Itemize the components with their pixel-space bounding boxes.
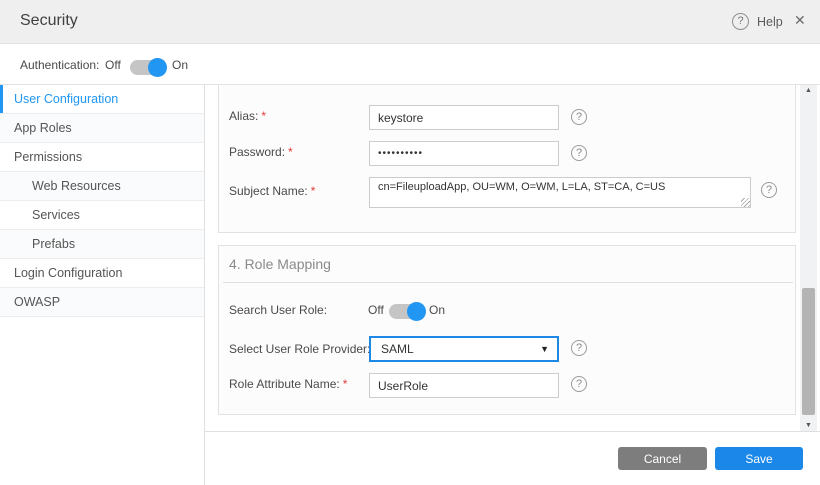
role-attribute-help-icon[interactable]: ? (571, 376, 587, 392)
security-dialog: Security ? Help ✕ Authentication: Off On… (0, 0, 820, 485)
authentication-label: Authentication: (20, 58, 99, 72)
authentication-off-label: Off (105, 58, 121, 72)
search-role-off-label: Off (368, 303, 384, 317)
password-help-icon[interactable]: ? (571, 145, 587, 161)
sidebar-item-services[interactable]: Services (0, 201, 204, 230)
password-input[interactable] (369, 141, 559, 166)
question-glyph: ? (576, 342, 582, 354)
authentication-on-label: On (172, 58, 188, 72)
alias-label: Alias:* (229, 109, 266, 123)
sidebar-item-permissions[interactable]: Permissions (0, 143, 204, 172)
help-icon[interactable]: ? (732, 13, 749, 30)
required-asterisk: * (261, 109, 266, 123)
required-asterisk: * (311, 184, 316, 198)
question-glyph: ? (737, 15, 743, 27)
search-user-role-toggle[interactable] (389, 304, 424, 319)
authentication-toggle[interactable] (130, 60, 165, 75)
sidebar-item-user-configuration[interactable]: User Configuration (0, 85, 204, 114)
subject-name-help-icon[interactable]: ? (761, 182, 777, 198)
role-attribute-input[interactable] (369, 373, 559, 398)
alias-input[interactable] (369, 105, 559, 130)
scroll-up-icon[interactable]: ▲ (800, 87, 817, 94)
sidebar-item-web-resources[interactable]: Web Resources (0, 172, 204, 201)
role-provider-select[interactable]: SAML ▼ (369, 336, 559, 362)
alias-help-icon[interactable]: ? (571, 109, 587, 125)
role-attribute-label: Role Attribute Name:* (229, 377, 347, 391)
sidebar-item-app-roles[interactable]: App Roles (0, 114, 204, 143)
sidebar-item-prefabs[interactable]: Prefabs (0, 230, 204, 259)
role-mapping-section-card: 4. Role Mapping Search User Role: Off On… (218, 245, 796, 415)
subject-name-label-text: Subject Name: (229, 184, 308, 198)
scroll-down-icon[interactable]: ▼ (800, 422, 817, 429)
role-provider-help-icon[interactable]: ? (571, 340, 587, 356)
dialog-header: Security ? Help ✕ (0, 0, 820, 44)
role-provider-label: Select User Role Provider: (229, 342, 370, 356)
footer-divider (205, 431, 820, 432)
search-role-on-label: On (429, 303, 445, 317)
required-asterisk: * (288, 145, 293, 159)
subject-name-label: Subject Name:* (229, 184, 315, 198)
question-glyph: ? (576, 147, 582, 159)
sidebar-item-login-configuration[interactable]: Login Configuration (0, 259, 204, 288)
scrollbar-thumb[interactable] (802, 288, 815, 415)
role-mapping-title: 4. Role Mapping (229, 256, 331, 272)
question-glyph: ? (576, 111, 582, 123)
content-scrollbar[interactable]: ▲ ▼ (800, 85, 817, 431)
password-label-text: Password: (229, 145, 285, 159)
search-user-role-label: Search User Role: (229, 303, 327, 317)
toggle-knob (148, 58, 167, 77)
section-divider (223, 282, 793, 283)
question-glyph: ? (766, 184, 772, 196)
alias-label-text: Alias: (229, 109, 258, 123)
password-label: Password:* (229, 145, 293, 159)
sidebar-item-owasp[interactable]: OWASP (0, 288, 204, 317)
authentication-row: Authentication: Off On (0, 44, 820, 85)
role-attribute-label-text: Role Attribute Name: (229, 377, 340, 391)
subject-name-textarea[interactable]: cn=FileuploadApp, OU=WM, O=WM, L=LA, ST=… (369, 177, 751, 208)
help-link[interactable]: Help (757, 15, 783, 29)
toggle-knob (407, 302, 426, 321)
required-asterisk: * (343, 377, 348, 391)
keystore-section-card: Alias:* ? Password:* ? Subject Name:* cn… (218, 85, 796, 233)
close-icon[interactable]: ✕ (794, 12, 806, 29)
page-title: Security (20, 12, 78, 30)
chevron-down-icon: ▼ (540, 344, 549, 354)
save-button[interactable]: Save (715, 447, 803, 470)
question-glyph: ? (576, 378, 582, 390)
security-nav-sidebar: User Configuration App Roles Permissions… (0, 85, 205, 485)
role-provider-value: SAML (381, 342, 414, 356)
cancel-button[interactable]: Cancel (618, 447, 707, 470)
